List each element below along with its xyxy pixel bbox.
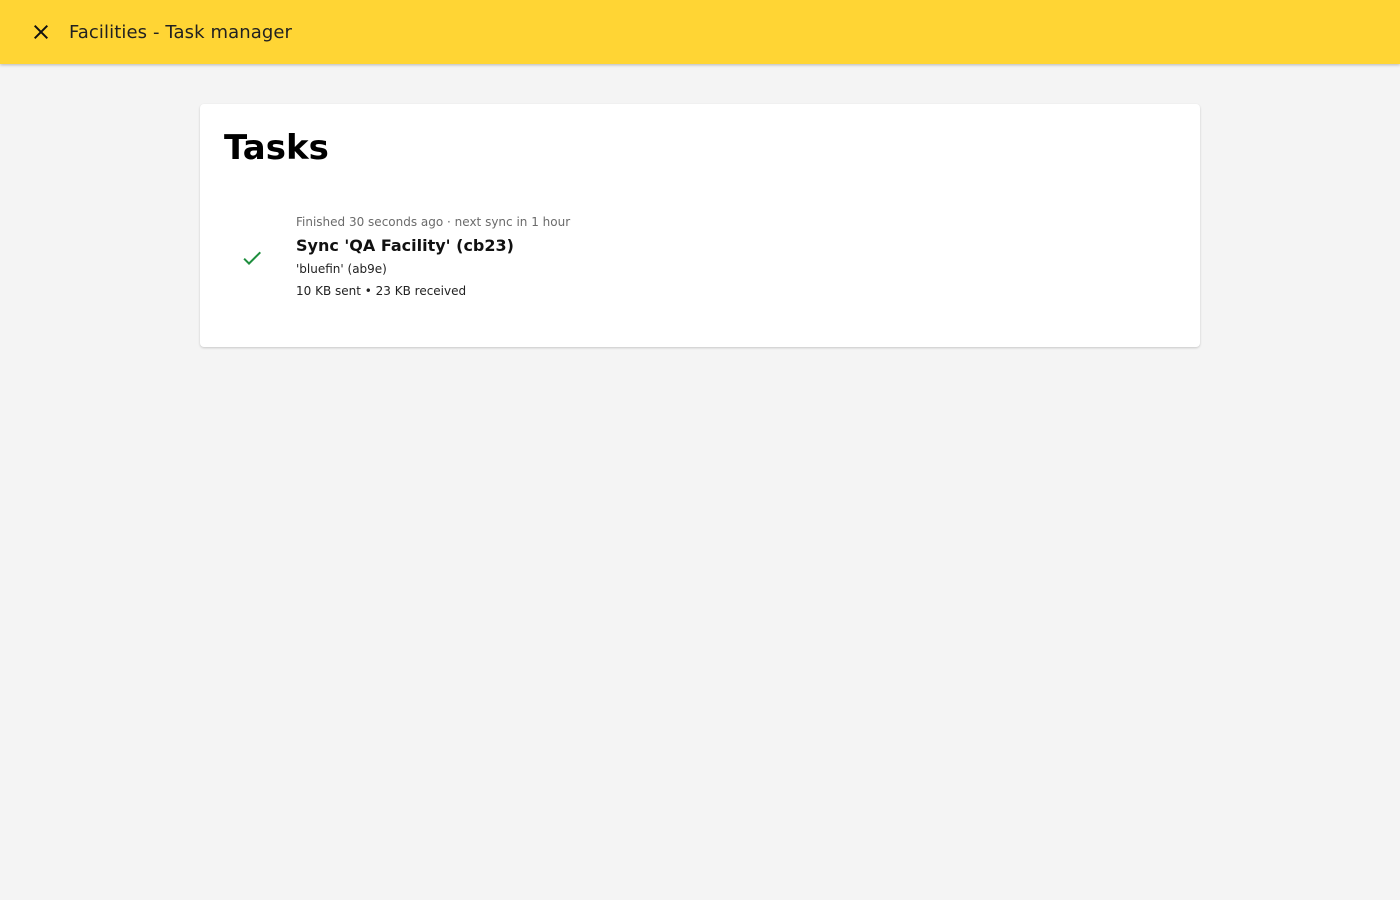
- task-item[interactable]: Finished 30 seconds ago · next sync in 1…: [224, 208, 1176, 312]
- task-status: Finished 30 seconds ago · next sync in 1…: [296, 215, 571, 229]
- task-details: Finished 30 seconds ago · next sync in 1…: [296, 214, 570, 299]
- task-subtitle: 'bluefin' (ab9e): [296, 262, 387, 276]
- app-title: Facilities - Task manager: [69, 21, 293, 43]
- page-title: Tasks: [224, 128, 329, 168]
- close-button[interactable]: [21, 12, 61, 52]
- check-icon: [240, 246, 264, 270]
- task-title: Sync 'QA Facility' (cb23): [296, 236, 514, 255]
- app-bar: Facilities - Task manager: [0, 0, 1400, 64]
- task-stats: 10 KB sent • 23 KB received: [296, 284, 467, 298]
- close-icon: [34, 25, 48, 39]
